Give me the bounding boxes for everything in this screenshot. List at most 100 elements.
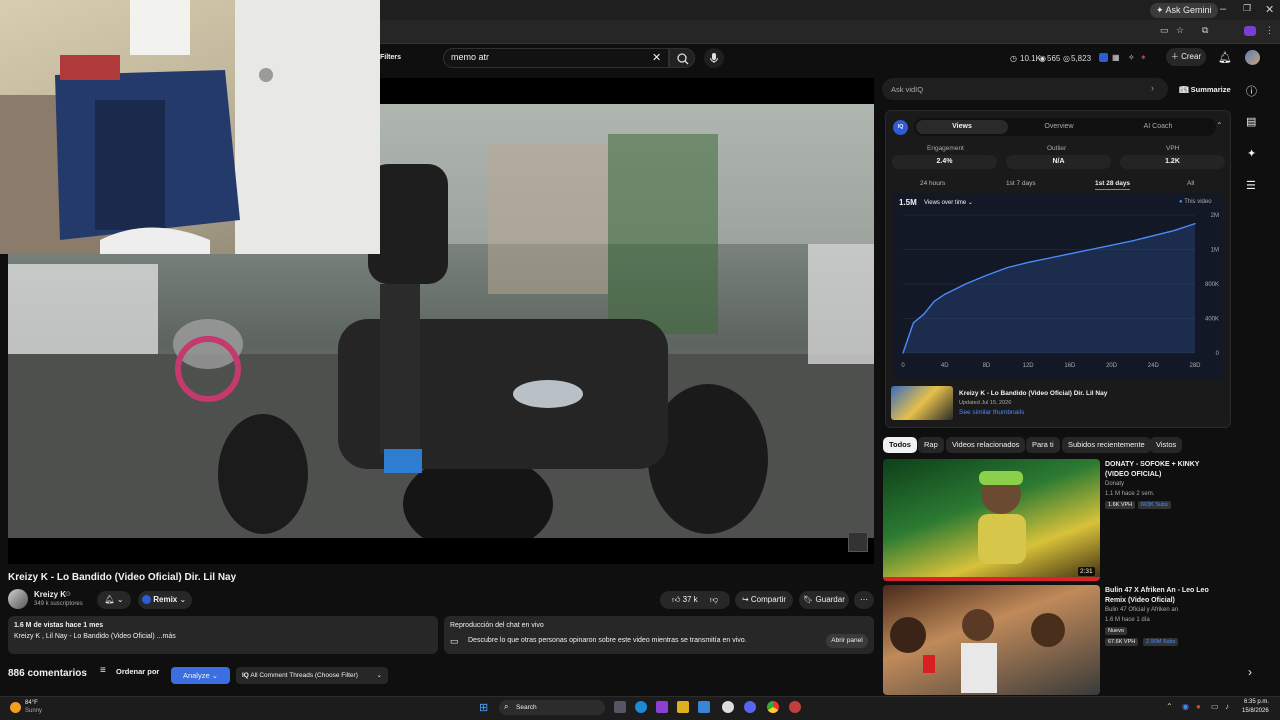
search-query: memo atr bbox=[451, 52, 490, 62]
analyze-button[interactable]: Analyze ⌄ bbox=[171, 667, 230, 684]
vidiq-ext-icon[interactable] bbox=[1099, 53, 1108, 62]
weather-sun-icon[interactable] bbox=[10, 702, 21, 713]
vidiq-logo-small: IQ bbox=[242, 672, 249, 679]
chip-rap[interactable]: Rap bbox=[918, 437, 944, 453]
create-button[interactable]: ＋ Crear bbox=[1166, 48, 1206, 66]
windows-start-icon[interactable]: ⊞ bbox=[479, 701, 488, 714]
share-button[interactable]: ↪ Compartir bbox=[735, 591, 793, 609]
clock-time[interactable]: 6:35 p.m. bbox=[1244, 699, 1269, 705]
app2-icon[interactable] bbox=[789, 701, 801, 713]
series-point bbox=[985, 274, 988, 276]
save-button[interactable]: 🔖︎ Guardar bbox=[799, 591, 849, 609]
rec-channel[interactable]: Donaty bbox=[1105, 481, 1124, 487]
rec-thumbnail[interactable]: 2:31 bbox=[883, 459, 1100, 581]
chrome-icon[interactable] bbox=[767, 701, 779, 713]
menu-dots-icon[interactable]: ⋮ bbox=[1265, 25, 1274, 36]
chat-replay-title: Reproducción del chat en vivo bbox=[450, 622, 544, 629]
app-icon[interactable] bbox=[656, 701, 668, 713]
profile-icon[interactable] bbox=[1244, 26, 1256, 36]
description-box[interactable]: 1.6 M de vistas hace 1 mes Kreizy K , Li… bbox=[8, 616, 438, 654]
clock-date[interactable]: 15/8/2026 bbox=[1242, 708, 1269, 714]
chip-all[interactable]: Todos bbox=[883, 437, 917, 453]
next-chevron-icon[interactable]: › bbox=[1248, 665, 1252, 679]
store-icon[interactable] bbox=[698, 701, 710, 713]
tray-mic-icon[interactable]: ● bbox=[1196, 702, 1201, 711]
minimize-icon[interactable]: – bbox=[1220, 3, 1226, 15]
range-7d[interactable]: 1st 7 days bbox=[1006, 180, 1036, 187]
threads-filter-label: All Comment Threads (Choose Filter) bbox=[250, 672, 358, 679]
tab-ai-coach[interactable]: AI Coach bbox=[1110, 120, 1206, 134]
voice-search-button[interactable] bbox=[704, 48, 724, 68]
file-explorer-icon[interactable] bbox=[677, 701, 689, 713]
rec-new-badge: Nuevo bbox=[1105, 627, 1127, 635]
subscribe-bell-button[interactable]: 🔔︎ ⌄ bbox=[97, 591, 131, 609]
thumbs-down-icon[interactable]: 👎︎ bbox=[710, 595, 718, 604]
grid-ext-icon[interactable]: ▦ bbox=[1112, 53, 1120, 62]
sort-icon[interactable]: ≡ bbox=[100, 665, 106, 676]
alert-ext-icon[interactable]: ✶ bbox=[1140, 53, 1147, 62]
taskbar-search[interactable]: ⌕ Search bbox=[499, 700, 605, 715]
channel-avatar[interactable] bbox=[8, 589, 28, 609]
search-button[interactable] bbox=[669, 48, 695, 68]
series-point bbox=[1048, 257, 1050, 259]
tray-chevron-icon[interactable]: ⌃ bbox=[1166, 702, 1173, 711]
bell-icon: 🔔︎ bbox=[104, 595, 115, 604]
filters-label[interactable]: Filters bbox=[380, 54, 401, 61]
info-icon[interactable]: ⓘ bbox=[1246, 83, 1257, 99]
account-avatar[interactable] bbox=[1245, 50, 1260, 65]
edge-icon[interactable] bbox=[635, 701, 647, 713]
discord-icon[interactable] bbox=[744, 701, 756, 713]
summarize-button[interactable]: 📖︎ Summarize bbox=[1179, 85, 1231, 94]
chip-watched[interactable]: Vistos bbox=[1150, 437, 1183, 453]
tray-monitor-icon[interactable]: ▭ bbox=[1211, 702, 1219, 711]
chip-recent[interactable]: Subidos recientemente bbox=[1062, 437, 1151, 453]
description-text: Kreizy K , Lil Nay - Lo Bandido (Video O… bbox=[14, 633, 176, 640]
weather-temp[interactable]: 84°F bbox=[25, 700, 38, 706]
rec-channel[interactable]: Bulin 47 Oficial y Afriken an bbox=[1105, 607, 1178, 613]
extensions-icon[interactable]: ⧉ bbox=[1202, 25, 1208, 36]
tab-overview[interactable]: Overview bbox=[1011, 120, 1107, 134]
thumbnail-preview[interactable] bbox=[891, 386, 953, 420]
ask-vidiq-input[interactable]: Ask vidIQ › bbox=[882, 78, 1168, 100]
chat-replay-box: Reproducción del chat en vivo ▭ Descubre… bbox=[444, 616, 874, 654]
remix-button[interactable]: Remix ⌄ bbox=[138, 591, 192, 609]
notifications-bell-icon[interactable]: 🔔︎ bbox=[1218, 51, 1232, 64]
like-count[interactable]: 37 k bbox=[683, 595, 698, 604]
collapse-icon[interactable]: ⌃ bbox=[1216, 121, 1223, 130]
thumbs-up-icon[interactable]: 👍︎ bbox=[672, 595, 680, 604]
ask-gemini-button[interactable]: ✦ Ask Gemini bbox=[1150, 3, 1218, 18]
close-window-icon[interactable]: ✕ bbox=[1265, 3, 1274, 16]
chip-for-you[interactable]: Para ti bbox=[1026, 437, 1060, 453]
tray-app-icon[interactable]: ◉ bbox=[1182, 702, 1189, 711]
task-view-icon[interactable] bbox=[614, 701, 626, 713]
range-28d[interactable]: 1st 28 days bbox=[1095, 180, 1131, 190]
tray-volume-icon[interactable]: ♪ bbox=[1225, 702, 1229, 711]
maximize-icon[interactable]: ❐ bbox=[1243, 3, 1251, 14]
playlist-icon[interactable]: ☰ bbox=[1246, 179, 1256, 192]
comment-threads-filter[interactable]: IQ All Comment Threads (Choose Filter) ⌄ bbox=[236, 667, 388, 684]
sort-label[interactable]: Ordenar por bbox=[116, 667, 159, 676]
send-icon[interactable]: › bbox=[1151, 83, 1154, 93]
open-panel-button[interactable]: Abrir panel bbox=[826, 634, 868, 648]
tab-views[interactable]: Views bbox=[916, 120, 1008, 134]
channel-name[interactable]: Kreizy K bbox=[34, 590, 66, 599]
obs-icon[interactable] bbox=[722, 701, 734, 713]
chat-icon: ▭ bbox=[450, 636, 459, 646]
clear-search-icon[interactable]: ✕ bbox=[652, 51, 661, 64]
series-point bbox=[1173, 229, 1175, 232]
bookmark-star-icon[interactable]: ☆ bbox=[1176, 25, 1184, 36]
rec-title[interactable]: DONATY - SOFOKE + KINKY (VIDEO OFICIAL) bbox=[1105, 460, 1225, 480]
range-24h[interactable]: 24 hours bbox=[920, 180, 945, 187]
sparkle-icon[interactable]: ✦ bbox=[1247, 147, 1256, 160]
series-point bbox=[1110, 244, 1113, 246]
comment-icon[interactable]: ▤ bbox=[1246, 115, 1256, 128]
more-actions-button[interactable]: ⋯ bbox=[854, 591, 874, 609]
chip-related[interactable]: Videos relacionados bbox=[946, 437, 1026, 453]
see-similar-thumbnails-link[interactable]: See similar thumbnails bbox=[959, 409, 1024, 416]
channel-watermark[interactable] bbox=[848, 532, 868, 552]
rec-title[interactable]: Bulin 47 X Afriken An - Leo Leo Remix (V… bbox=[1105, 586, 1230, 606]
wand-ext-icon[interactable]: ✧ bbox=[1128, 53, 1135, 62]
cast-icon[interactable]: ▭ bbox=[1160, 25, 1169, 36]
rec-thumbnail[interactable] bbox=[883, 585, 1100, 695]
range-all[interactable]: All bbox=[1187, 180, 1194, 187]
